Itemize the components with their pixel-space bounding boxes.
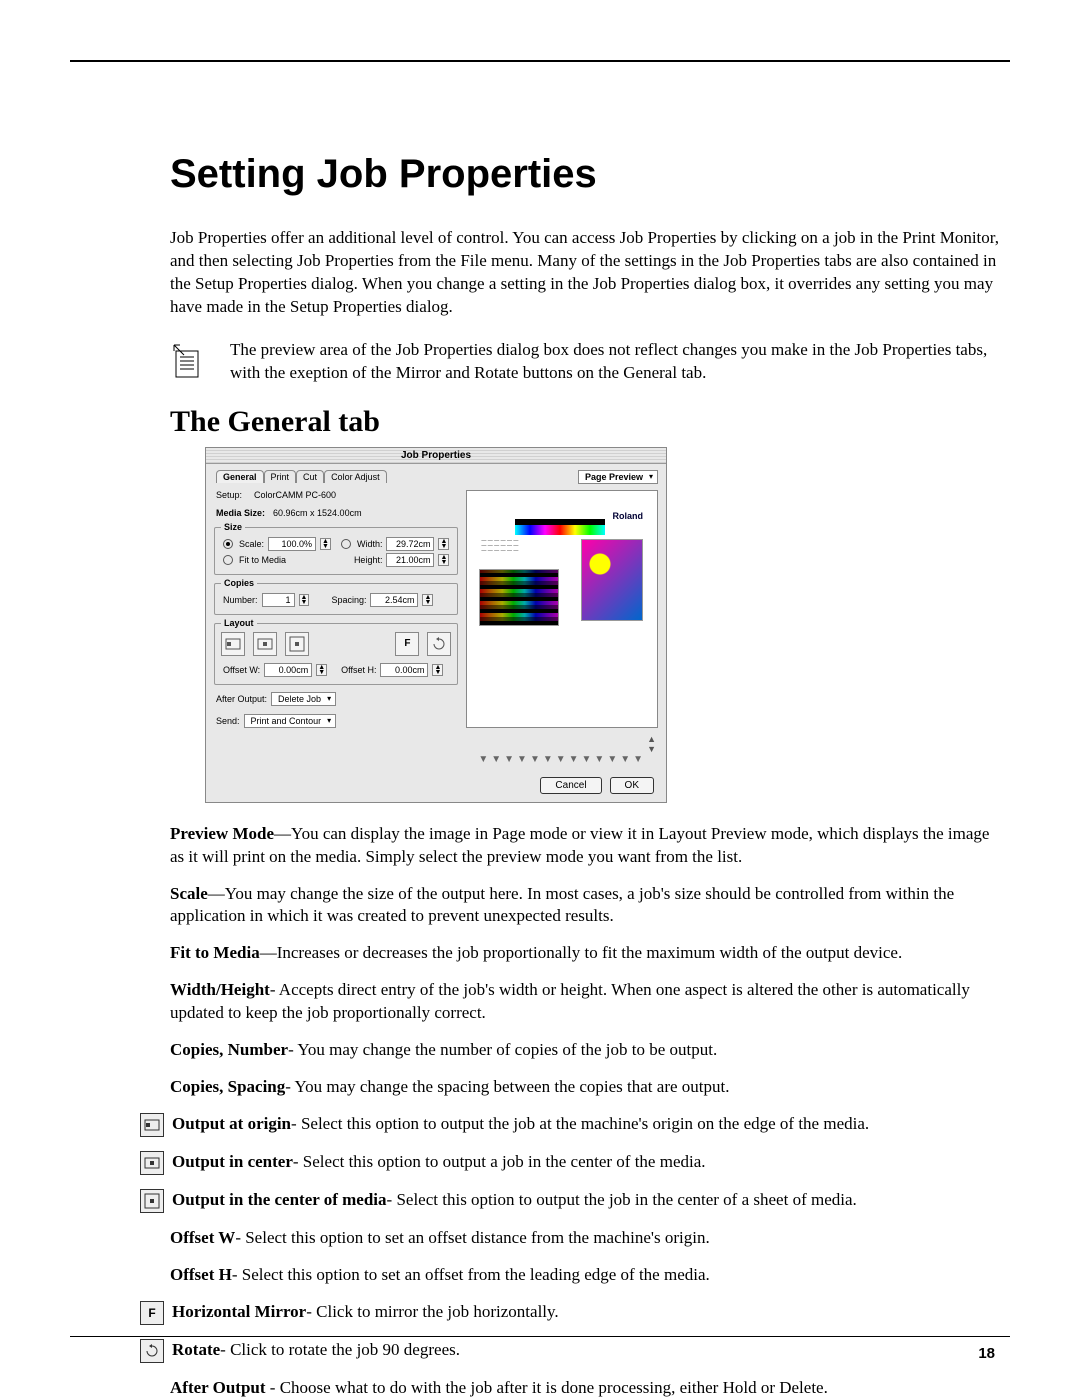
top-rule (70, 60, 1010, 62)
after-output-label: After Output: (216, 694, 267, 704)
def-fit: Fit to Media—Increases or decreases the … (170, 942, 1000, 965)
rotate-button[interactable] (427, 632, 451, 656)
height-label: Height: (354, 555, 383, 565)
page-title: Setting Job Properties (70, 152, 1010, 197)
copies-group: Copies Number: 1 ▲▼ Spacing: 2.54cm ▲▼ (214, 583, 458, 615)
def-scale: Scale—You may change the size of the out… (170, 883, 1000, 929)
def-output-origin: Output at origin- Select this option to … (140, 1113, 1000, 1137)
copies-legend: Copies (221, 578, 257, 588)
dialog-titlebar: Job Properties (206, 448, 666, 464)
copies-spacing-input[interactable]: 2.54cm (370, 593, 418, 607)
chevron-down-icon: ▾ (649, 472, 653, 481)
intro-paragraph: Job Properties offer an additional level… (170, 227, 1000, 319)
color-swatches (479, 569, 559, 626)
height-input[interactable]: 21.00cm (386, 553, 434, 567)
chevron-down-icon: ▾ (327, 716, 331, 725)
def-output-center-media: Output in the center of media- Select th… (140, 1189, 1000, 1213)
media-size-label: Media Size: (216, 508, 265, 518)
offset-h-label: Offset H: (341, 665, 376, 675)
size-legend: Size (221, 522, 245, 532)
def-preview-mode: Preview Mode—You can display the image i… (170, 823, 1000, 869)
copies-number-input[interactable]: 1 (262, 593, 295, 607)
def-output-center: Output in center- Select this option to … (140, 1151, 1000, 1175)
layout-group: Layout F (214, 623, 458, 685)
offset-h-input[interactable]: 0.00cm (380, 663, 428, 677)
tab-color-adjust[interactable]: Color Adjust (324, 470, 387, 483)
def-offset-w: Offset W- Select this option to set an o… (170, 1227, 1000, 1250)
brand-logo: Roland (613, 511, 644, 521)
def-horizontal-mirror: F Horizontal Mirror- Click to mirror the… (140, 1301, 1000, 1325)
offset-w-stepper[interactable]: ▲▼ (316, 664, 327, 676)
send-row: Send: Print and Contour▾ (214, 713, 458, 729)
output-origin-icon[interactable] (221, 632, 245, 656)
dialog-figure: Job Properties General Print Cut Color A… (205, 447, 1010, 803)
page-number: 18 (978, 1345, 995, 1362)
preview-ruler: ▼▼▼▼▼▼▼▼▼▼▼▼▼ (466, 754, 658, 765)
scale-stepper[interactable]: ▲▼ (320, 538, 331, 550)
preview-area: Roland — — — — — —— — — — — —— — — — — — (466, 490, 658, 728)
scale-input[interactable]: 100.0% (268, 537, 316, 551)
preview-mode-select[interactable]: Page Preview▾ (578, 470, 658, 484)
offset-w-label: Offset W: (223, 665, 260, 675)
width-stepper[interactable]: ▲▼ (438, 538, 449, 550)
def-offset-h: Offset H- Select this option to set an o… (170, 1264, 1000, 1287)
footer-rule (70, 1336, 1010, 1337)
job-properties-dialog: Job Properties General Print Cut Color A… (205, 447, 667, 803)
chevron-down-icon: ▾ (327, 694, 331, 703)
fit-radio[interactable] (223, 555, 233, 565)
width-label: Width: (357, 539, 383, 549)
def-after-output: After Output - Choose what to do with th… (170, 1377, 1000, 1400)
fit-label: Fit to Media (239, 555, 286, 565)
output-center-icon (140, 1151, 164, 1175)
rotate-icon (140, 1339, 164, 1363)
offset-w-input[interactable]: 0.00cm (264, 663, 312, 677)
note-row: The preview area of the Job Properties d… (170, 339, 1010, 385)
ok-button[interactable]: OK (610, 777, 654, 794)
height-stepper[interactable]: ▲▼ (438, 554, 449, 566)
after-output-select[interactable]: Delete Job▾ (271, 692, 336, 706)
send-select[interactable]: Print and Contour▾ (244, 714, 337, 728)
width-radio[interactable] (341, 539, 351, 549)
sample-photo (581, 539, 643, 621)
preview-fine-print: — — — — — —— — — — — —— — — — — — (481, 539, 518, 554)
preview-scroll[interactable]: ▲▼ (466, 734, 658, 754)
after-output-row: After Output: Delete Job▾ (214, 691, 458, 707)
setup-value: ColorCAMM PC-600 (254, 490, 336, 500)
width-input[interactable]: 29.72cm (386, 537, 434, 551)
scale-label: Scale: (239, 539, 264, 549)
cancel-button[interactable]: Cancel (540, 777, 601, 794)
output-center-icon[interactable] (253, 632, 277, 656)
subsection-heading: The General tab (170, 405, 1010, 439)
media-size-row: Media Size: 60.96cm x 1524.00cm (214, 507, 458, 519)
mirror-button[interactable]: F (395, 632, 419, 656)
copies-number-label: Number: (223, 595, 258, 605)
output-origin-icon (140, 1113, 164, 1137)
dialog-tabs: General Print Cut Color Adjust (214, 470, 458, 483)
def-rotate: Rotate- Click to rotate the job 90 degre… (140, 1339, 1000, 1363)
offset-h-stepper[interactable]: ▲▼ (432, 664, 443, 676)
def-copies-number: Copies, Number- You may change the numbe… (170, 1039, 1000, 1062)
layout-legend: Layout (221, 618, 257, 628)
def-copies-spacing: Copies, Spacing- You may change the spac… (170, 1076, 1000, 1099)
send-label: Send: (216, 716, 240, 726)
scale-radio[interactable] (223, 539, 233, 549)
document-page: Setting Job Properties Job Properties of… (0, 0, 1080, 1397)
copies-spacing-stepper[interactable]: ▲▼ (422, 594, 433, 606)
size-group: Size Scale: 100.0% ▲▼ Width: 29.72cm ▲▼ (214, 527, 458, 575)
output-center-media-icon[interactable] (285, 632, 309, 656)
setup-label: Setup: (216, 490, 242, 500)
output-center-media-icon (140, 1189, 164, 1213)
copies-spacing-label: Spacing: (331, 595, 366, 605)
def-width-height: Width/Height- Accepts direct entry of th… (170, 979, 1000, 1025)
copies-number-stepper[interactable]: ▲▼ (299, 594, 310, 606)
media-size-value: 60.96cm x 1524.00cm (273, 508, 362, 518)
setup-row: Setup: ColorCAMM PC-600 (214, 489, 458, 501)
note-icon (170, 341, 210, 381)
tab-cut[interactable]: Cut (296, 470, 324, 483)
color-strip (515, 519, 605, 535)
tab-general[interactable]: General (216, 470, 264, 483)
tab-print[interactable]: Print (264, 470, 297, 483)
mirror-icon: F (140, 1301, 164, 1325)
note-text: The preview area of the Job Properties d… (230, 339, 1010, 385)
